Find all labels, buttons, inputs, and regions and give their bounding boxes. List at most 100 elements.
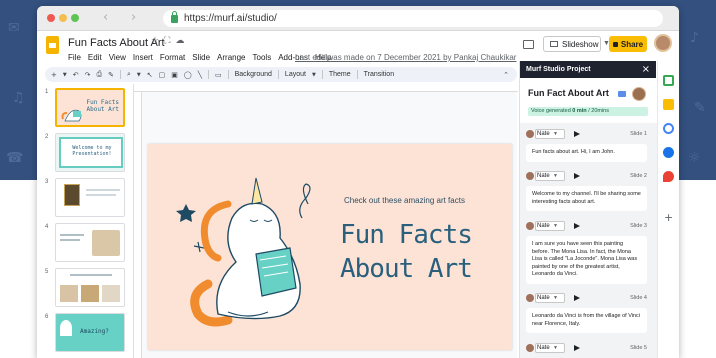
layout-button[interactable]: Layout (285, 71, 306, 78)
play-icon[interactable] (574, 295, 580, 301)
slide-thumbnail-1[interactable]: Fun Facts About Art (55, 88, 125, 127)
block-slide-label: Slide 1 (630, 131, 647, 137)
menu-tools[interactable]: Tools (253, 53, 272, 62)
close-icon[interactable]: × (642, 64, 650, 75)
address-bar[interactable]: https://murf.ai/studio/ (163, 10, 663, 27)
contacts-icon[interactable] (663, 147, 674, 158)
slide-thumbnail-2[interactable]: Welcome to my Presentation! (55, 133, 125, 172)
voice-generated-total: / 20mins (588, 108, 609, 114)
comment-icon[interactable]: ▭ (215, 71, 222, 79)
voice-avatar (526, 130, 534, 138)
redo-icon[interactable]: ↷ (85, 71, 91, 79)
line-icon[interactable]: ╲ (198, 71, 202, 79)
voice-name: Nate (537, 345, 550, 351)
doodle-icon: ✎ (694, 100, 706, 116)
voice-name: Nate (537, 131, 550, 137)
murf-panel-header: Murf Studio Project × (520, 61, 656, 78)
chevron-down-icon[interactable]: ▼ (137, 72, 141, 78)
toolbar-divider (277, 70, 279, 79)
menu-view[interactable]: View (109, 53, 126, 62)
thumbnail-image (60, 285, 78, 302)
theme-button[interactable]: Theme (329, 71, 351, 78)
voice-generated-prefix: Voice generated (531, 108, 571, 114)
slide-subtitle[interactable]: Check out these amazing art facts (344, 196, 465, 205)
account-avatar[interactable] (654, 34, 672, 52)
doodle-icon: ♪ (690, 30, 699, 46)
zoom-icon[interactable]: ⌕ (127, 70, 131, 79)
slide-title[interactable]: Fun Facts About Art (340, 218, 473, 286)
voice-block: Nate ▼ Slide 1 Fun facts about art. Hi, … (526, 129, 647, 162)
voice-block: Nate ▼ Slide 3 I am sure you have seen t… (526, 221, 647, 284)
voice-text-card[interactable]: Fun facts about art. Hi, I am John. (526, 144, 647, 162)
move-folder-icon[interactable]: ⛶ (164, 36, 175, 46)
menu-format[interactable]: Format (160, 53, 185, 62)
slide-thumbnail-4[interactable] (55, 223, 125, 262)
voice-text-card[interactable]: Welcome to my channel. I'll be sharing s… (526, 186, 647, 211)
voice-text-card[interactable]: Leonardo da Vinci is from the village of… (526, 308, 647, 333)
doodle-icon: ♫ (12, 90, 25, 106)
thumbnail-line (70, 274, 112, 276)
cloud-icon[interactable]: ☁ (175, 36, 189, 46)
add-addon-icon[interactable]: + (664, 211, 673, 224)
keep-icon[interactable] (663, 99, 674, 110)
paint-format-icon[interactable]: ✎ (108, 71, 114, 79)
voice-text-card[interactable]: I am sure you have seen this painting be… (526, 236, 647, 284)
print-icon[interactable]: ⎙ (96, 70, 102, 79)
chevron-down-icon[interactable]: ▼ (63, 72, 67, 78)
star-icon[interactable]: ☆ (151, 36, 164, 46)
menu-insert[interactable]: Insert (133, 53, 153, 62)
slide-thumbnail-3[interactable] (55, 178, 125, 217)
toolbar-divider (207, 70, 209, 79)
voice-name: Nate (537, 295, 550, 301)
chevron-down-icon: ▼ (553, 295, 558, 301)
chevron-down-icon[interactable]: ▼ (312, 72, 316, 78)
thumbnail-line (86, 189, 120, 191)
play-icon[interactable] (574, 131, 580, 137)
menu-slide[interactable]: Slide (192, 53, 210, 62)
share-button[interactable]: Share (609, 36, 647, 52)
murf-studio-panel: Murf Studio Project × Fun Fact About Art… (519, 61, 657, 358)
play-icon[interactable] (574, 173, 580, 179)
slide-thumbnail-6[interactable]: Amazing? (55, 313, 125, 352)
maximize-window-button[interactable] (71, 14, 79, 22)
murf-project-title: Fun Fact About Art (528, 88, 609, 98)
comment-icon[interactable] (523, 40, 534, 49)
image-icon[interactable]: ▣ (171, 71, 178, 79)
transition-button[interactable]: Transition (364, 71, 394, 78)
toolbar-divider (227, 70, 229, 79)
editing-toolbar: + ▼ ↶ ↷ ⎙ ✎ ⌕ ▼ ↖ ▢ ▣ ◯ ╲ ▭ Background L… (45, 67, 517, 82)
slideshow-button[interactable]: Slideshow (543, 36, 601, 52)
calendar-icon[interactable] (663, 75, 674, 86)
text-box-icon[interactable]: ▢ (159, 71, 166, 79)
minimize-window-button[interactable] (59, 14, 67, 22)
add-slide-icon[interactable]: + (51, 71, 57, 79)
slide-number: 6 (45, 314, 49, 320)
select-cursor-icon[interactable]: ↖ (147, 71, 153, 79)
slides-logo-icon[interactable] (46, 36, 59, 54)
slideshow-label: Slideshow (562, 39, 599, 49)
chevron-left-icon[interactable]: ‹ (103, 10, 108, 25)
unicorn-illustration (176, 177, 311, 327)
undo-icon[interactable]: ↶ (73, 71, 79, 79)
current-slide[interactable]: Check out these amazing art facts Fun Fa… (148, 144, 512, 350)
menu-edit[interactable]: Edit (88, 53, 102, 62)
play-icon[interactable] (574, 345, 580, 351)
chevron-up-icon[interactable]: ⌃ (503, 71, 509, 79)
share-label: Share (620, 39, 644, 49)
maps-icon[interactable] (663, 171, 674, 182)
last-edit-link[interactable]: Last edit was made on 7 December 2021 by… (295, 53, 516, 62)
chat-icon[interactable] (618, 91, 626, 97)
tasks-icon[interactable] (663, 123, 674, 134)
menu-file[interactable]: File (68, 53, 81, 62)
play-icon[interactable] (574, 223, 580, 229)
slide-thumbnail-5[interactable] (55, 268, 125, 307)
voice-avatar[interactable] (632, 87, 646, 101)
chevron-right-icon[interactable]: › (131, 10, 136, 25)
addon-rail: + (657, 61, 679, 358)
shape-icon[interactable]: ◯ (184, 71, 192, 79)
menu-arrange[interactable]: Arrange (217, 53, 245, 62)
background-button[interactable]: Background (235, 71, 272, 78)
close-window-button[interactable] (47, 14, 55, 22)
voice-name: Nate (537, 223, 550, 229)
lock-icon (612, 41, 618, 47)
